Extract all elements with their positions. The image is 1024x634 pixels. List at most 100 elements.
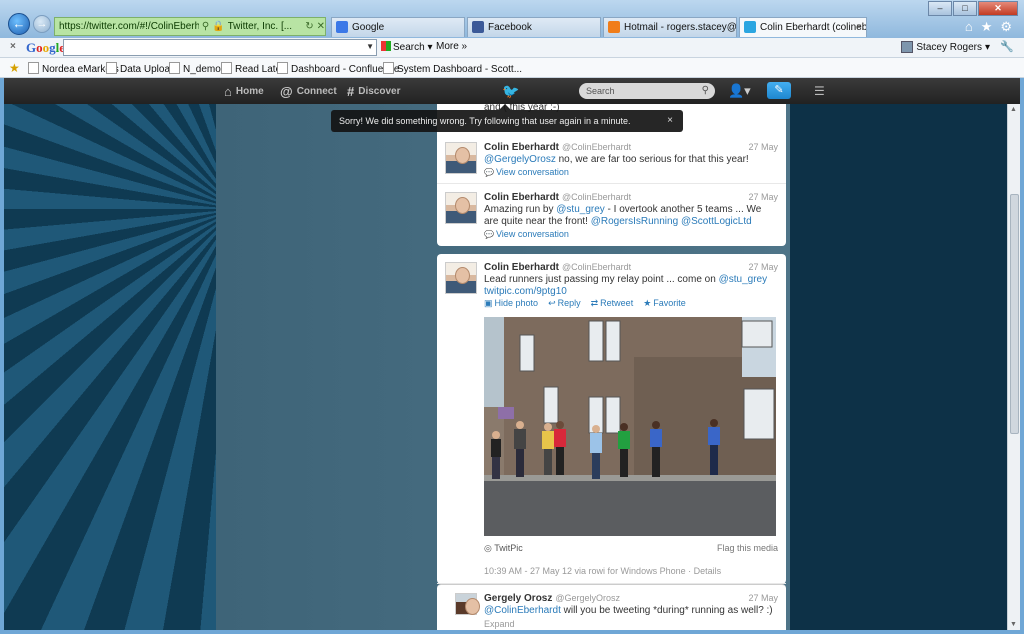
- scrollbar-thumb[interactable]: [1010, 194, 1019, 434]
- site-identity[interactable]: Twitter, Inc. [...: [228, 21, 303, 32]
- avatar[interactable]: [445, 192, 477, 224]
- flag-media-link[interactable]: Flag this media: [717, 543, 778, 553]
- mention-link[interactable]: @ScottLogicLtd: [681, 216, 752, 227]
- tweet-date[interactable]: 27 May: [748, 192, 778, 202]
- tweet-item[interactable]: Colin Eberhardt @ColinEberhardt 27 May Am…: [437, 184, 786, 246]
- minimize-button[interactable]: –: [928, 1, 952, 16]
- title-bar: ← → https://twitter.com/#!/ColinEberhard…: [0, 0, 1024, 38]
- hide-photo-button[interactable]: ▣ Hide photo: [484, 298, 538, 309]
- error-message: Sorry! We did something wrong. Try follo…: [339, 116, 631, 126]
- refresh-icon[interactable]: ↻: [305, 21, 313, 32]
- user-menu-icon[interactable]: 👤▾: [728, 83, 751, 99]
- toolbar-close-icon[interactable]: ×: [10, 41, 16, 52]
- tweet-author[interactable]: Colin Eberhardt @ColinEberhardt: [484, 142, 631, 153]
- address-url[interactable]: https://twitter.com/#!/ColinEberhardt: [59, 21, 199, 32]
- twitpic-source[interactable]: ◎ TwitPic: [484, 543, 523, 553]
- tweet-item[interactable]: Gergely Orosz @GergelyOrosz 27 May @Colin…: [437, 585, 786, 630]
- reply-button[interactable]: ↩ Reply: [548, 298, 581, 309]
- home-icon[interactable]: ⌂: [965, 19, 973, 35]
- close-icon[interactable]: ×: [667, 110, 673, 132]
- tweet-date[interactable]: 27 May: [748, 142, 778, 152]
- tab-twitter[interactable]: Colin Eberhardt (colineberh... ×: [739, 17, 867, 37]
- mention-link[interactable]: @stu_grey: [556, 204, 605, 215]
- timeline: and ( this year :-) Colin Eberhardt @Coli…: [437, 104, 786, 630]
- mention-link[interactable]: @GergelyOrosz: [484, 154, 556, 165]
- retweet-label: Retweet: [600, 298, 634, 308]
- google-logo: Google: [26, 40, 65, 55]
- nav-connect[interactable]: @ Connect: [280, 84, 337, 99]
- nav-discover[interactable]: # Discover: [347, 84, 400, 99]
- scroll-up-icon[interactable]: ▲: [1010, 106, 1017, 113]
- tweet-author[interactable]: Colin Eberhardt @ColinEberhardt: [484, 262, 631, 273]
- user-menu[interactable]: Stacey Rogers ▾: [901, 41, 990, 53]
- tools-icon[interactable]: ⚙: [1000, 19, 1012, 35]
- expand-link[interactable]: Expand: [484, 619, 515, 629]
- tab-hotmail[interactable]: Hotmail - rogers.stacey@hotm...: [603, 17, 737, 37]
- close-window-button[interactable]: ✕: [978, 1, 1018, 16]
- favorite-n-demo2[interactable]: N_demo2: [169, 62, 226, 75]
- scroll-down-icon[interactable]: ▼: [1010, 621, 1017, 628]
- tweet-author[interactable]: Colin Eberhardt @ColinEberhardt: [484, 192, 631, 203]
- retweet-button[interactable]: ⇄ Retweet: [591, 298, 634, 309]
- mention-link[interactable]: @ColinEberhardt: [484, 605, 561, 616]
- conversation-icon: 💬: [484, 230, 494, 239]
- search-icon[interactable]: ⚲: [702, 83, 709, 99]
- view-conversation-link[interactable]: 💬 View conversation: [484, 167, 569, 177]
- right-background: [790, 104, 1007, 630]
- twitpic-link[interactable]: twitpic.com/9ptg10: [484, 286, 567, 297]
- favorite-button[interactable]: ★ Favorite: [643, 298, 686, 309]
- view-conversation-link[interactable]: 💬 View conversation: [484, 229, 569, 239]
- hide-photo-label: Hide photo: [494, 298, 539, 308]
- nav-home-label: Home: [235, 86, 264, 97]
- avatar[interactable]: [445, 262, 477, 294]
- chevron-down-icon[interactable]: ▼: [366, 42, 374, 51]
- tweet-author[interactable]: Gergely Orosz @GergelyOrosz: [484, 593, 620, 604]
- maximize-button[interactable]: □: [953, 1, 977, 16]
- twitter-search-input[interactable]: Search ⚲: [579, 83, 715, 99]
- tweet-text: @ColinEberhardt will you be tweeting *du…: [484, 605, 778, 617]
- search-icon[interactable]: ⚲: [202, 21, 209, 32]
- forward-button[interactable]: →: [33, 15, 51, 33]
- favorite-system-dashboard[interactable]: System Dashboard - Scott...: [383, 62, 522, 75]
- close-icon[interactable]: ✕: [317, 21, 325, 32]
- avatar[interactable]: [445, 142, 477, 174]
- google-search-button[interactable]: Search ▾: [381, 41, 433, 53]
- more-button[interactable]: More »: [436, 41, 467, 52]
- star-icon: ★: [643, 298, 652, 308]
- wrench-icon[interactable]: 🔧: [1000, 40, 1014, 53]
- author-name: Colin Eberhardt: [484, 192, 560, 203]
- google-toolbar: × Google ▼ Search ▾ More » Stacey Rogers…: [0, 38, 1024, 58]
- tweet-item[interactable]: Colin Eberhardt @ColinEberhardt 27 May Le…: [437, 254, 786, 584]
- photo-icon: ▣: [484, 298, 493, 308]
- mention-link[interactable]: @stu_grey: [719, 274, 768, 285]
- favorites-icon[interactable]: ★: [981, 19, 993, 35]
- tab-google[interactable]: Google: [331, 17, 465, 37]
- tweet-photo[interactable]: [484, 317, 776, 536]
- tweet-date[interactable]: 27 May: [748, 593, 778, 603]
- tweet-card: Colin Eberhardt @ColinEberhardt 27 May Le…: [437, 254, 786, 584]
- tab-close-icon[interactable]: ×: [856, 18, 862, 37]
- tweet-item[interactable]: Colin Eberhardt @ColinEberhardt 27 May @G…: [437, 134, 786, 184]
- compose-tweet-button[interactable]: ✎: [767, 82, 791, 99]
- tweet-date[interactable]: 27 May: [748, 262, 778, 272]
- favorites-star-icon[interactable]: ★: [9, 61, 20, 75]
- scrollbar[interactable]: ▲ ▼: [1007, 104, 1020, 630]
- reply-label: Reply: [557, 298, 581, 308]
- favorite-read-later[interactable]: Read Later: [221, 62, 284, 75]
- avatar[interactable]: [455, 593, 480, 615]
- home-icon: ⌂: [224, 84, 232, 99]
- twitter-bird-icon[interactable]: 🐦: [502, 83, 519, 100]
- conversation-icon: 💬: [484, 168, 494, 177]
- tweet-timestamp[interactable]: 10:39 AM - 27 May 12 via rowi for Window…: [484, 566, 721, 576]
- google-search-input[interactable]: ▼: [63, 39, 377, 56]
- lock-icon[interactable]: 🔒: [212, 21, 224, 32]
- mention-link[interactable]: @RogersIsRunning: [591, 216, 678, 227]
- address-bar[interactable]: https://twitter.com/#!/ColinEberhardt ⚲ …: [54, 17, 326, 36]
- menu-icon[interactable]: ☰: [814, 84, 825, 98]
- window-controls: – □ ✕: [928, 1, 1018, 16]
- favorite-data-upload[interactable]: Data Upload: [106, 62, 176, 75]
- nav-home[interactable]: ⌂ Home: [224, 84, 264, 99]
- back-button[interactable]: ←: [8, 13, 30, 35]
- favorite-confluence[interactable]: Dashboard - Confluence: [277, 62, 399, 75]
- tab-facebook[interactable]: Facebook: [467, 17, 601, 37]
